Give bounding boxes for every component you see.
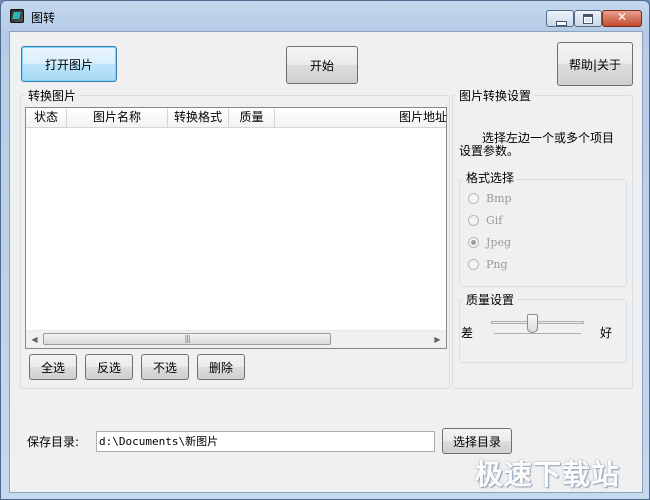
close-button[interactable] xyxy=(602,10,642,27)
select-all-button[interactable]: 全选 xyxy=(29,354,77,380)
minimize-button[interactable] xyxy=(546,10,574,27)
quality-settings-title: 质量设置 xyxy=(463,291,518,308)
radio-icon xyxy=(468,259,479,270)
quality-slider-ticks xyxy=(494,333,581,337)
quality-low-label: 差 xyxy=(461,326,474,340)
start-button[interactable]: 开始 xyxy=(286,46,358,84)
quality-high-label: 好 xyxy=(600,326,613,340)
format-select-group: Bmp Gif Jpeg Png xyxy=(459,179,627,287)
save-dir-label: 保存目录: xyxy=(27,435,80,449)
image-list-header: 状态 图片名称 转换格式 质量 图片地址 xyxy=(26,108,446,128)
client-area: 打开图片 开始 帮助|关于 转换图片 状态 图片名称 转换格式 质量 图片地址 … xyxy=(9,31,643,493)
radio-icon xyxy=(468,215,479,226)
maximize-button[interactable] xyxy=(574,10,602,27)
help-about-button[interactable]: 帮助|关于 xyxy=(557,42,633,86)
invert-selection-button[interactable]: 反选 xyxy=(85,354,133,380)
column-status[interactable]: 状态 xyxy=(26,108,67,127)
scroll-left-arrow-icon[interactable]: ◀ xyxy=(26,331,43,348)
image-list[interactable]: 状态 图片名称 转换格式 质量 图片地址 ◀ ||| ▶ xyxy=(25,107,447,349)
open-image-button[interactable]: 打开图片 xyxy=(21,46,117,82)
column-image-path[interactable]: 图片地址 xyxy=(275,108,446,127)
minimize-icon xyxy=(547,11,573,26)
maximize-icon xyxy=(575,11,601,26)
delete-button[interactable]: 删除 xyxy=(197,354,245,380)
select-none-button[interactable]: 不选 xyxy=(141,354,189,380)
title-bar[interactable]: 图转 xyxy=(1,1,649,31)
column-image-name[interactable]: 图片名称 xyxy=(67,108,168,127)
choose-dir-button[interactable]: 选择目录 xyxy=(442,428,512,454)
site-watermark: 极速下载站 xyxy=(475,458,621,491)
settings-hint-line2: 设置参数。 xyxy=(459,144,520,158)
quality-slider-thumb[interactable] xyxy=(527,314,538,333)
convert-settings-title: 图片转换设置 xyxy=(456,87,535,104)
convert-list-title: 转换图片 xyxy=(25,87,80,104)
app-icon xyxy=(10,9,24,23)
horizontal-scrollbar[interactable]: ◀ ||| ▶ xyxy=(26,330,446,348)
close-icon xyxy=(603,10,641,26)
app-window: 图转 打开图片 开始 帮助|关于 转换图片 状态 图片名称 转换格式 质量 图片… xyxy=(0,0,650,500)
save-dir-input[interactable]: d:\Documents\新图片 xyxy=(96,431,435,452)
radio-icon xyxy=(468,193,479,204)
column-quality[interactable]: 质量 xyxy=(229,108,275,127)
scroll-right-arrow-icon[interactable]: ▶ xyxy=(429,331,446,348)
radio-checked-icon xyxy=(468,237,479,248)
format-select-title: 格式选择 xyxy=(463,169,518,186)
window-title: 图转 xyxy=(31,11,56,25)
scroll-thumb[interactable]: ||| xyxy=(43,333,331,345)
column-convert-format[interactable]: 转换格式 xyxy=(168,108,229,127)
